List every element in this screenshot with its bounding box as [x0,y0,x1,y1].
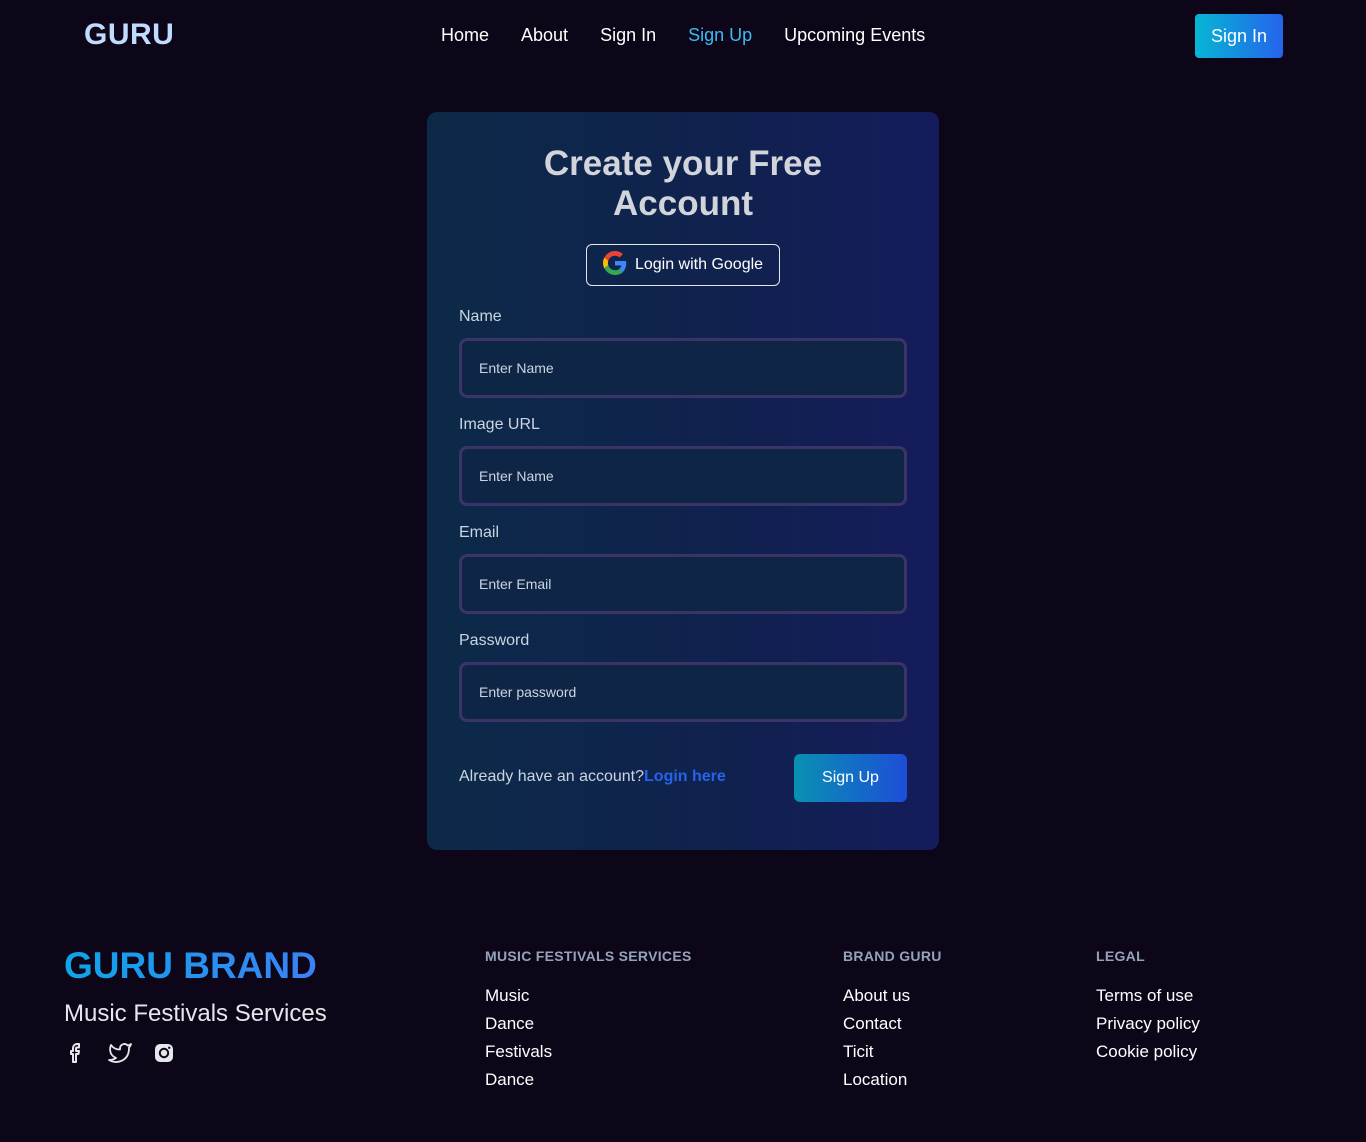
password-input[interactable] [459,662,907,722]
footer-link-location[interactable]: Location [843,1066,942,1094]
image-url-input[interactable] [459,446,907,506]
name-input[interactable] [459,338,907,398]
twitter-icon[interactable] [108,1040,132,1066]
image-url-label: Image URL [459,416,540,433]
footer-col-brand-guru: BRAND GURU About us Contact Ticit Locati… [843,948,942,1094]
title-line-1: Create your Free [543,144,823,183]
signup-card: Create your Free Account Login with Goog… [427,112,939,850]
google-icon [602,250,627,280]
social-links [64,1040,176,1066]
footer-link-dance-2[interactable]: Dance [485,1066,692,1094]
already-account-label: Already have an account? [459,768,645,785]
nav-sign-in-button[interactable]: Sign In [1195,14,1283,58]
nav-link-about[interactable]: About [521,25,568,46]
footer-link-terms-of-use[interactable]: Terms of use [1096,982,1200,1010]
email-input[interactable] [459,554,907,614]
footer-link-dance[interactable]: Dance [485,1010,692,1038]
footer-col-music-festivals-services: MUSIC FESTIVALS SERVICES Music Dance Fes… [485,948,692,1094]
page-title: Create your Free Account [427,144,939,224]
footer-link-privacy-policy[interactable]: Privacy policy [1096,1010,1200,1038]
nav-link-home[interactable]: Home [441,25,489,46]
name-label: Name [459,308,502,325]
already-account-text: Already have an account?Login here [459,768,726,786]
footer-link-ticit[interactable]: Ticit [843,1038,942,1066]
google-login-button[interactable]: Login with Google [586,244,780,286]
footer-col-title: BRAND GURU [843,948,942,964]
sign-up-button[interactable]: Sign Up [794,754,907,802]
login-here-link[interactable]: Login here [644,768,726,785]
footer-link-cookie-policy[interactable]: Cookie policy [1096,1038,1200,1066]
facebook-icon[interactable] [64,1040,88,1066]
footer-link-about-us[interactable]: About us [843,982,942,1010]
footer-col-title: LEGAL [1096,948,1145,964]
password-label: Password [459,632,530,649]
footer-col-legal: LEGAL Terms of use Privacy policy Cookie… [1096,948,1200,1066]
nav-link-sign-up[interactable]: Sign Up [688,25,752,46]
navbar: GURU Home About Sign In Sign Up Upcoming… [0,0,1366,72]
footer-tagline: Music Festivals Services [64,1000,327,1027]
title-line-2: Account [613,184,753,223]
instagram-icon[interactable] [152,1040,176,1066]
footer-brand: GURU BRAND [64,945,317,986]
footer-link-music[interactable]: Music [485,982,692,1010]
nav-links: Home About Sign In Sign Up Upcoming Even… [441,25,925,46]
footer-link-contact[interactable]: Contact [843,1010,942,1038]
brand-logo[interactable]: GURU [84,18,174,52]
nav-link-sign-in[interactable]: Sign In [600,25,656,46]
email-label: Email [459,524,500,541]
google-login-label: Login with Google [634,256,764,273]
footer-col-title: MUSIC FESTIVALS SERVICES [485,948,692,964]
nav-link-upcoming-events[interactable]: Upcoming Events [784,25,925,46]
footer-link-festivals[interactable]: Festivals [485,1038,692,1066]
